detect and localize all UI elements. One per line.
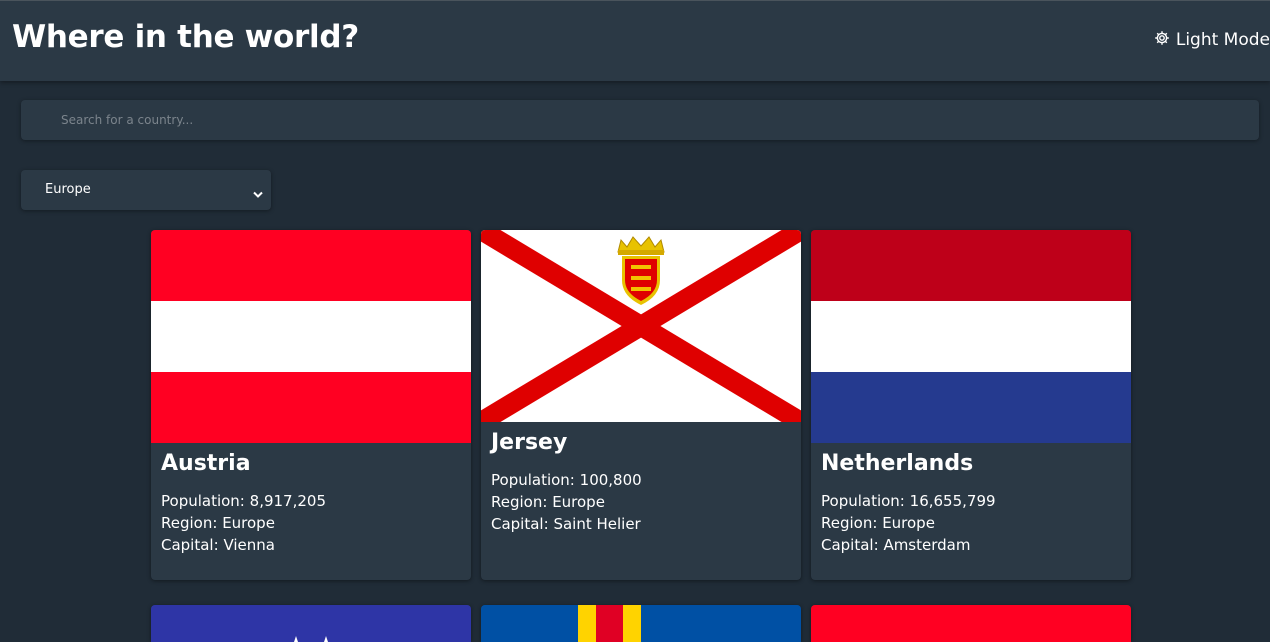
search-bar <box>21 100 1259 140</box>
region-label: Region: <box>491 493 548 511</box>
gear-icon <box>1154 30 1170 51</box>
population-label: Population: <box>821 492 905 510</box>
netherlands-flag <box>811 230 1131 443</box>
region-line: Region: Europe <box>161 512 461 534</box>
population-value: 100,800 <box>579 471 642 489</box>
blue-flag-with-stars <box>151 605 471 642</box>
capital-value: Vienna <box>223 536 275 554</box>
region-line: Region: Europe <box>821 512 1121 534</box>
country-card-austria[interactable]: Austria Population: 8,917,205 Region: Eu… <box>151 230 471 580</box>
capital-line: Capital: Amsterdam <box>821 534 1121 556</box>
region-line: Region: Europe <box>491 491 791 513</box>
population-line: Population: 100,800 <box>491 469 791 491</box>
theme-mode-toggle[interactable]: Light Mode <box>1154 28 1270 52</box>
region-value: Europe <box>552 493 605 511</box>
population-label: Population: <box>491 471 575 489</box>
page-title: Where in the world? <box>12 19 359 55</box>
country-card-row2-3[interactable] <box>811 605 1131 642</box>
red-flag <box>811 605 1131 642</box>
country-card-netherlands[interactable]: Netherlands Population: 16,655,799 Regio… <box>811 230 1131 580</box>
country-card-row2-2[interactable] <box>481 605 801 642</box>
app-header: Where in the world? Light Mode <box>0 0 1270 81</box>
jersey-flag <box>481 230 801 422</box>
country-card-jersey[interactable]: Jersey Population: 100,800 Region: Europ… <box>481 230 801 580</box>
population-value: 16,655,799 <box>909 492 996 510</box>
population-label: Population: <box>161 492 245 510</box>
aland-flag <box>481 605 801 642</box>
region-filter-select[interactable]: Europe <box>21 170 271 210</box>
capital-value: Saint Helier <box>553 515 641 533</box>
capital-label: Capital: <box>491 515 549 533</box>
population-line: Population: 16,655,799 <box>821 490 1121 512</box>
capital-line: Capital: Vienna <box>161 534 461 556</box>
austria-flag <box>151 230 471 443</box>
population-value: 8,917,205 <box>249 492 326 510</box>
capital-line: Capital: Saint Helier <box>491 513 791 535</box>
capital-label: Capital: <box>161 536 219 554</box>
country-name: Jersey <box>491 430 568 455</box>
country-name: Austria <box>161 451 251 476</box>
region-filter-value: Europe <box>45 182 91 197</box>
chevron-down-icon <box>253 184 263 203</box>
region-label: Region: <box>821 514 878 532</box>
region-label: Region: <box>161 514 218 532</box>
country-name: Netherlands <box>821 451 974 476</box>
capital-label: Capital: <box>821 536 879 554</box>
region-value: Europe <box>222 514 275 532</box>
country-card-row2-1[interactable] <box>151 605 471 642</box>
capital-value: Amsterdam <box>883 536 971 554</box>
search-input[interactable] <box>21 100 1259 140</box>
population-line: Population: 8,917,205 <box>161 490 461 512</box>
region-value: Europe <box>882 514 935 532</box>
theme-mode-label: Light Mode <box>1175 30 1270 50</box>
